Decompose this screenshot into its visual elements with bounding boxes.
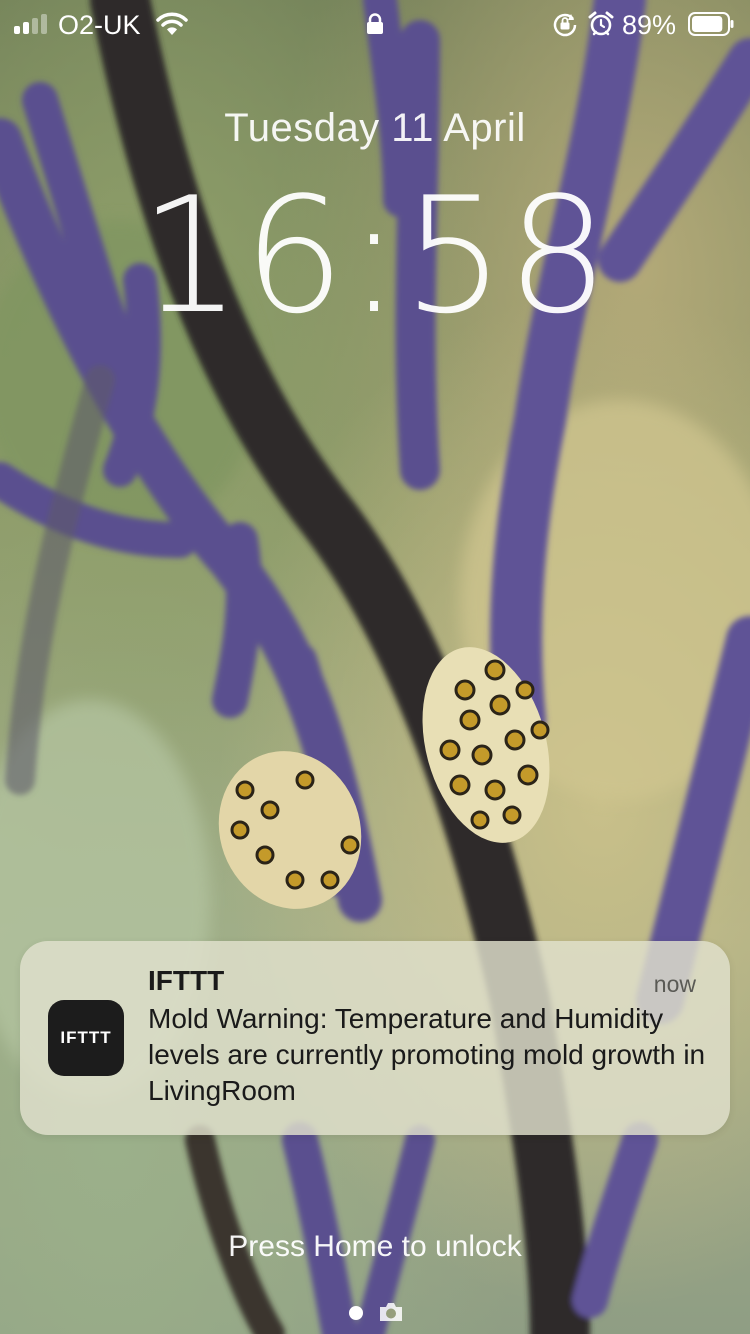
notification-timestamp: now — [653, 971, 696, 997]
signal-bar — [32, 18, 38, 34]
carrier-name: O2-UK — [58, 10, 141, 40]
status-bar: O2-UK 89% — [0, 0, 750, 48]
ifttt-app-icon: IFTTT — [48, 1000, 124, 1076]
page-indicator-dot — [349, 1306, 363, 1320]
signal-icon — [14, 14, 52, 34]
lock-screen-clock: 16:58 — [139, 162, 611, 349]
battery-icon — [688, 12, 734, 36]
lock-icon — [367, 13, 383, 34]
wifi-icon — [156, 12, 188, 35]
signal-bar — [23, 22, 29, 34]
rotation-lock-icon — [553, 13, 577, 37]
lock-screen-date: Tuesday 11 April — [224, 106, 526, 150]
signal-bar — [41, 14, 47, 34]
signal-bar — [14, 26, 20, 34]
battery-percentage: 89% — [622, 10, 677, 40]
notification-app-name: IFTTT — [148, 965, 225, 996]
unlock-hint: Press Home to unlock — [228, 1230, 522, 1263]
notification-card[interactable]: IFTTT IFTTT now Mold Warning: Temperatur… — [20, 941, 730, 1135]
camera-icon[interactable] — [378, 1301, 404, 1323]
alarm-icon — [588, 11, 614, 36]
notification-message: Mold Warning: Temperature and Humidity l… — [148, 1003, 706, 1106]
